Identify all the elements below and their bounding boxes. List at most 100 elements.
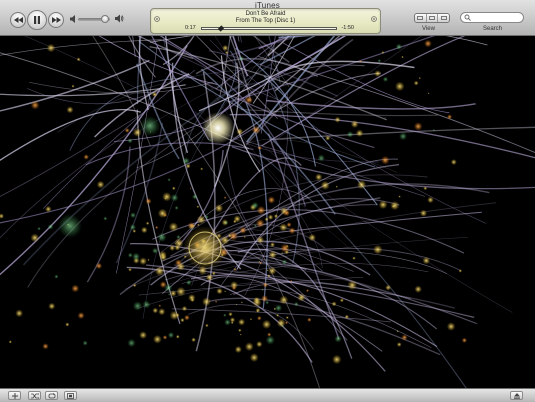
visualizer-particle: [127, 338, 136, 348]
view-coverflow-button[interactable]: [438, 14, 449, 22]
search-box[interactable]: [460, 12, 524, 23]
visualizer-particle: [133, 283, 137, 288]
show-artwork-button[interactable]: [64, 391, 77, 400]
visualizer-particle: [384, 117, 386, 119]
add-playlist-button[interactable]: [8, 391, 21, 400]
visualizer-particle: [127, 138, 133, 144]
visualizer-particle: [261, 295, 269, 303]
visualizer-particle: [153, 334, 162, 344]
visualizer-particle: [423, 186, 428, 191]
visualizer-particle: [224, 220, 228, 225]
elapsed-time: 0:17: [185, 25, 196, 31]
view-list-button[interactable]: [415, 14, 427, 22]
visualizer-particle: [77, 312, 85, 320]
visualizer-particle: [274, 304, 283, 312]
shuffle-button[interactable]: [28, 391, 41, 400]
visualizer-particle: [257, 145, 262, 151]
visualizer-glow: [183, 226, 227, 270]
visualizer-particle: [132, 301, 143, 311]
visualizer-particle: [281, 252, 283, 255]
visualizer-particle: [265, 335, 275, 345]
visualizer-particle: [222, 44, 229, 52]
visualizer-strand: [128, 36, 156, 78]
view-grid-button[interactable]: [427, 14, 439, 22]
visualizer-particle: [47, 223, 54, 230]
lcd-genius-button[interactable]: [370, 15, 378, 23]
visualizer-particle: [130, 212, 136, 219]
visualizer-particle: [285, 316, 289, 320]
visualizer-particle: [331, 301, 337, 307]
visualizer-particle: [176, 262, 185, 271]
eject-button[interactable]: [510, 391, 523, 400]
visualizer-particle: [334, 335, 342, 343]
visualizer-particle: [192, 194, 198, 200]
visualizer-particle: [283, 209, 291, 217]
visualizer-particle: [174, 238, 184, 248]
visualizer-particle: [158, 308, 166, 316]
visualizer-particle: [239, 333, 242, 336]
visualizer-particle: [83, 154, 89, 160]
now-playing-display: Don't Be Afraid From The Top (Disc 1) 0:…: [150, 8, 381, 34]
visualizer-particle: [214, 204, 224, 213]
visualizer-particle: [170, 193, 179, 202]
visualizer-particle: [419, 209, 428, 217]
visualizer-particle: [346, 131, 354, 138]
visualizer-particle: [261, 288, 264, 291]
visualizer-strand: [266, 99, 476, 110]
playback-progress-bar[interactable]: [201, 25, 337, 32]
visualizer-particle: [414, 285, 422, 293]
visualizer-particle: [15, 309, 24, 318]
visualizer-particle: [255, 218, 265, 228]
visualizer-particle: [377, 59, 381, 63]
visualizer-particle: [155, 225, 159, 230]
visualizer-particle: [233, 268, 236, 271]
visualizer-particle: [390, 201, 400, 211]
visualizer-particle: [46, 43, 56, 53]
visualizer-particle: [152, 307, 159, 314]
playhead[interactable]: [217, 25, 225, 32]
visualizer-particle: [294, 301, 299, 307]
visualizer-particle: [71, 284, 80, 293]
previous-track-button[interactable]: [10, 12, 26, 28]
visualizer-particle: [258, 260, 261, 263]
visualizer-particle: [450, 159, 457, 166]
visualizer-particle: [236, 128, 244, 135]
visualizer-particle: [141, 226, 148, 234]
visualizer-particle: [446, 322, 456, 331]
visualizer-particle: [176, 286, 186, 297]
visualizer-particle: [224, 290, 227, 293]
volume-slider-knob[interactable]: [101, 15, 110, 23]
visualizer-particle: [197, 223, 200, 227]
visualizer-particle: [273, 214, 279, 219]
artwork-icon: [67, 392, 74, 399]
visualizer-particle: [157, 208, 168, 218]
visualizer-particle: [234, 345, 242, 354]
visualizer-particle: [396, 342, 402, 347]
play-pause-button[interactable]: [27, 10, 47, 30]
visualizer-particle: [159, 253, 167, 261]
visualizer-particle: [334, 116, 341, 123]
visualizer-particle: [235, 303, 238, 306]
visualizer-particle: [184, 314, 190, 321]
fast-forward-icon: [51, 17, 61, 23]
visualizer-strand: [258, 56, 535, 154]
visualizer-particle: [418, 77, 421, 80]
visualizer-particle: [270, 242, 275, 248]
visualizer-particle: [191, 337, 196, 343]
visualizer-particle: [359, 60, 362, 63]
visualizer-particle: [381, 155, 390, 165]
search-input[interactable]: [472, 13, 520, 22]
next-track-button[interactable]: [48, 12, 64, 28]
visualizer-particle: [290, 279, 293, 283]
visualizer-particle: [315, 173, 323, 181]
visualizer-particle: [169, 244, 176, 251]
visualizer-canvas: [0, 36, 535, 388]
visualizer-area[interactable]: [0, 36, 535, 388]
repeat-button[interactable]: [45, 391, 58, 400]
visualizer-particle: [252, 297, 262, 307]
visualizer-particle: [180, 317, 185, 323]
lcd-circle-icon: [371, 16, 377, 22]
lcd-circle-icon: [154, 16, 160, 22]
visualizer-particle: [256, 236, 265, 244]
lcd-mode-button[interactable]: [153, 15, 161, 23]
